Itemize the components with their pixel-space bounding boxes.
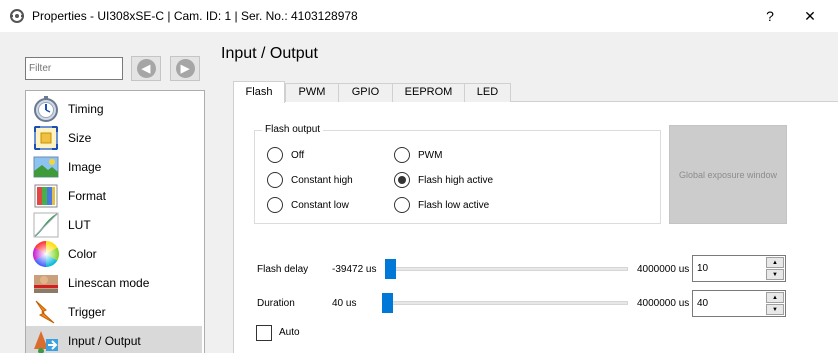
radio-label: PWM xyxy=(418,149,443,161)
radio-off[interactable]: Off xyxy=(267,147,304,163)
radio-circle xyxy=(267,197,283,213)
nav-item-image[interactable]: Image xyxy=(26,152,202,181)
input-output-icon xyxy=(32,327,60,353)
camera-app-icon xyxy=(9,8,25,24)
forward-arrow-icon: ▶ xyxy=(175,59,195,78)
property-nav-list: Timing Size Image Format LUT Color Lines… xyxy=(25,90,205,353)
nav-label: Color xyxy=(68,246,97,261)
duration-spinbox[interactable]: 40 ▲ ▼ xyxy=(692,290,786,317)
radio-circle xyxy=(267,147,283,163)
duration-min-label: 40 us xyxy=(332,298,357,309)
lut-curve-icon xyxy=(32,211,60,239)
trigger-icon xyxy=(32,298,60,326)
color-wheel-icon xyxy=(32,240,60,268)
nav-label: Timing xyxy=(68,101,104,116)
spin-arrows: ▲ ▼ xyxy=(766,292,784,315)
nav-label: LUT xyxy=(68,217,91,232)
duration-value: 40 xyxy=(697,298,709,309)
forward-button[interactable]: ▶ xyxy=(170,56,200,81)
radio-circle xyxy=(394,172,410,188)
duration-max-label: 4000000 us xyxy=(637,298,690,309)
auto-checkbox[interactable] xyxy=(256,325,272,341)
nav-label: Image xyxy=(68,159,102,174)
radio-circle xyxy=(394,147,410,163)
duration-label: Duration xyxy=(257,298,295,309)
flash-delay-value: 10 xyxy=(697,263,709,274)
tab-gpio[interactable]: GPIO xyxy=(338,83,393,102)
flash-output-group-title: Flash output xyxy=(262,124,324,135)
radio-label: Constant low xyxy=(291,199,349,211)
close-button[interactable]: ✕ xyxy=(793,4,827,28)
spin-arrows: ▲ ▼ xyxy=(766,257,784,280)
radio-constant-high[interactable]: Constant high xyxy=(267,172,353,188)
tab-led[interactable]: LED xyxy=(464,83,511,102)
nav-label: Trigger xyxy=(68,304,106,319)
radio-label: Flash high active xyxy=(418,174,494,186)
radio-flash-low-active[interactable]: Flash low active xyxy=(394,197,489,213)
nav-item-trigger[interactable]: Trigger xyxy=(26,297,202,326)
nav-label: Linescan mode xyxy=(68,275,150,290)
nav-label: Size xyxy=(68,130,92,145)
spin-down-icon[interactable]: ▼ xyxy=(766,269,784,280)
back-button[interactable]: ◀ xyxy=(131,56,161,81)
spin-up-icon[interactable]: ▲ xyxy=(766,292,784,303)
back-arrow-icon: ◀ xyxy=(136,59,156,78)
flash-delay-label: Flash delay xyxy=(257,264,309,275)
page-title: Input / Output xyxy=(221,45,318,62)
image-icon xyxy=(32,153,60,181)
nav-item-input-output[interactable]: Input / Output xyxy=(26,326,202,353)
spin-down-icon[interactable]: ▼ xyxy=(766,304,784,315)
format-icon xyxy=(32,182,60,210)
stopwatch-icon xyxy=(32,95,60,123)
radio-circle xyxy=(267,172,283,188)
flash-delay-spinbox[interactable]: 10 ▲ ▼ xyxy=(692,255,786,282)
radio-label: Off xyxy=(291,149,305,161)
flash-delay-max-label: 4000000 us xyxy=(637,264,690,275)
nav-label: Format xyxy=(68,188,107,203)
tab-pwm[interactable]: PWM xyxy=(285,83,339,102)
resize-icon xyxy=(32,124,60,152)
flash-delay-slider-thumb[interactable] xyxy=(385,259,396,279)
window-title: Properties - UI308xSE-C | Cam. ID: 1 | S… xyxy=(32,9,358,23)
nav-item-lut[interactable]: LUT xyxy=(26,210,202,239)
radio-flash-high-active[interactable]: Flash high active xyxy=(394,172,493,188)
help-button[interactable]: ? xyxy=(753,4,787,28)
title-bar: Properties - UI308xSE-C | Cam. ID: 1 | S… xyxy=(0,0,838,32)
radio-circle xyxy=(394,197,410,213)
nav-item-linescan-mode[interactable]: Linescan mode xyxy=(26,268,202,297)
spin-up-icon[interactable]: ▲ xyxy=(766,257,784,268)
tab-flash[interactable]: Flash xyxy=(233,81,285,103)
tab-eeprom[interactable]: EEPROM xyxy=(392,83,465,102)
flash-delay-min-label: -39472 us xyxy=(332,264,377,275)
auto-label: Auto xyxy=(279,327,300,338)
nav-label: Input / Output xyxy=(68,333,141,348)
nav-item-size[interactable]: Size xyxy=(26,123,202,152)
nav-item-timing[interactable]: Timing xyxy=(26,94,202,123)
radio-pwm[interactable]: PWM xyxy=(394,147,442,163)
duration-slider-track[interactable] xyxy=(385,301,628,305)
flash-delay-slider-track[interactable] xyxy=(385,267,628,271)
linescan-icon xyxy=(32,269,60,297)
radio-selected-dot xyxy=(398,176,406,184)
nav-item-color[interactable]: Color xyxy=(26,239,202,268)
nav-item-format[interactable]: Format xyxy=(26,181,202,210)
filter-input[interactable] xyxy=(25,57,123,80)
duration-slider-thumb[interactable] xyxy=(382,293,393,313)
radio-label: Constant high xyxy=(291,174,353,186)
radio-label: Flash low active xyxy=(418,199,490,211)
radio-constant-low[interactable]: Constant low xyxy=(267,197,349,213)
global-exposure-window-button[interactable]: Global exposure window xyxy=(669,125,787,224)
